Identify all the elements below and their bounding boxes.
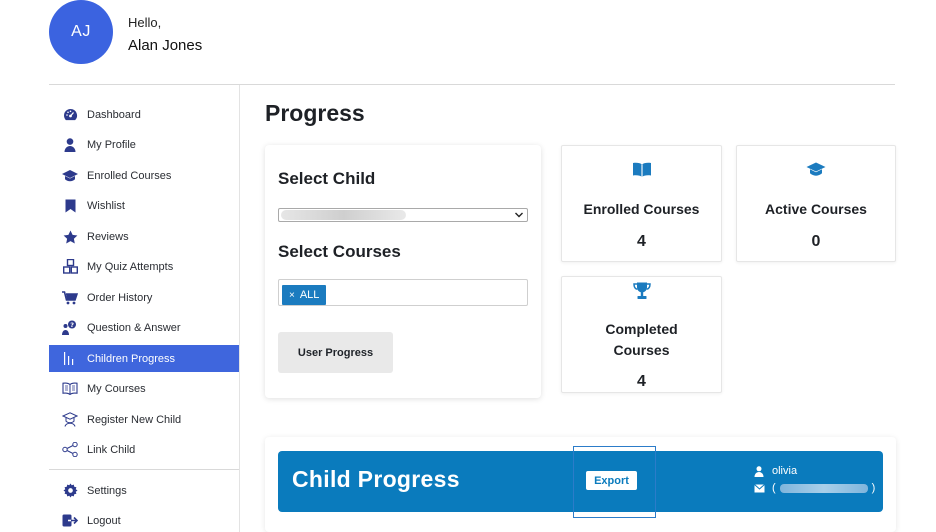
select-courses-input[interactable]: × ALL xyxy=(278,279,528,306)
sidebar-item-register-new-child[interactable]: Register New Child xyxy=(49,406,239,433)
svg-text:?: ? xyxy=(70,321,74,329)
sidebar-item-settings[interactable]: Settings xyxy=(49,477,239,504)
sidebar-item-order-history[interactable]: Order History xyxy=(49,284,239,311)
sidebar-item-label: My Profile xyxy=(87,138,136,151)
sidebar-item-logout[interactable]: Logout xyxy=(49,507,239,532)
completed-courses-count: 4 xyxy=(637,373,646,390)
sidebar: Dashboard My Profile Enrolled Courses Wi… xyxy=(49,85,240,532)
star-icon xyxy=(62,229,78,245)
child-username-text: olivia xyxy=(772,465,798,477)
course-tag-label: ALL xyxy=(299,289,320,301)
sidebar-item-label: Enrolled Courses xyxy=(87,169,172,182)
sidebar-item-label: My Courses xyxy=(87,382,146,395)
sidebar-item-label: Register New Child xyxy=(87,413,182,426)
cart-icon xyxy=(62,290,78,306)
select-filter-card: Select Child Select Courses × ALL User P… xyxy=(265,145,541,398)
sidebar-item-label: Children Progress xyxy=(87,352,176,365)
sidebar-item-label: My Quiz Attempts xyxy=(87,260,174,273)
active-courses-card: Active Courses 0 xyxy=(736,145,896,262)
sidebar-item-my-profile[interactable]: My Profile xyxy=(49,131,239,158)
child-progress-section: Child Progress Export olivia ( ) xyxy=(265,437,896,532)
enrolled-courses-label: Enrolled Courses xyxy=(583,201,700,217)
select-child-label: Select Child xyxy=(278,169,376,188)
sidebar-item-label: Logout xyxy=(87,514,121,527)
greeting: Hello, xyxy=(128,15,162,30)
sidebar-item-reviews[interactable]: Reviews xyxy=(49,223,239,250)
user-icon xyxy=(754,465,764,477)
redacted-email xyxy=(779,483,868,493)
bookmark-icon xyxy=(62,198,78,214)
dashboard-icon xyxy=(62,107,78,123)
sidebar-item-children-progress[interactable]: Children Progress xyxy=(49,345,239,372)
envelope-icon xyxy=(754,483,765,492)
child-progress-banner: Child Progress Export olivia ( ) xyxy=(278,446,883,518)
sidebar-item-enrolled-courses[interactable]: Enrolled Courses xyxy=(49,162,239,189)
sidebar-item-my-courses[interactable]: My Courses xyxy=(49,375,239,402)
child-email: ( ) xyxy=(754,482,875,494)
active-courses-count: 0 xyxy=(811,233,821,250)
completed-courses-label-line1: Completed xyxy=(605,321,678,337)
graduation-cap-icon xyxy=(806,162,826,176)
email-close-paren: ) xyxy=(871,482,876,494)
sidebar-item-wishlist[interactable]: Wishlist xyxy=(49,192,239,219)
sidebar-item-label: Order History xyxy=(87,291,153,304)
enrolled-courses-card: Enrolled Courses 4 xyxy=(561,145,722,262)
sidebar-item-link-child[interactable]: Link Child xyxy=(49,436,239,463)
book-open-icon xyxy=(632,162,651,177)
sidebar-item-label: Reviews xyxy=(87,230,129,243)
tag-remove-icon[interactable]: × xyxy=(289,290,295,301)
share-link-icon xyxy=(62,442,78,458)
bar-chart-icon xyxy=(62,351,78,367)
quiz-blocks-icon xyxy=(62,259,78,275)
book-open-icon xyxy=(62,381,78,397)
avatar-initials: AJ xyxy=(71,23,91,40)
child-username: olivia xyxy=(754,465,797,477)
course-tag-all: × ALL xyxy=(282,285,327,305)
avatar[interactable]: AJ xyxy=(49,0,113,64)
sidebar-item-label: Question & Answer xyxy=(87,321,181,334)
sidebar-item-label: Dashboard xyxy=(87,108,141,121)
user-progress-button[interactable]: User Progress xyxy=(278,332,393,373)
completed-courses-card: Completed Courses 4 xyxy=(561,276,722,393)
trophy-icon xyxy=(632,282,651,299)
redacted-child-name xyxy=(281,210,406,220)
email-open-paren: ( xyxy=(772,482,776,494)
register-child-icon xyxy=(62,412,78,428)
graduation-cap-icon xyxy=(62,168,78,184)
active-courses-label: Active Courses xyxy=(765,201,867,217)
sidebar-item-question-answer[interactable]: ? Question & Answer xyxy=(49,314,239,341)
export-button[interactable]: Export xyxy=(586,471,637,490)
user-icon xyxy=(62,137,78,153)
question-answer-icon: ? xyxy=(62,320,78,336)
sidebar-item-my-quiz-attempts[interactable]: My Quiz Attempts xyxy=(49,253,239,280)
user-name: Alan Jones xyxy=(128,37,203,54)
select-child-dropdown[interactable] xyxy=(278,208,528,222)
chevron-down-icon xyxy=(515,212,523,218)
sidebar-item-dashboard[interactable]: Dashboard xyxy=(49,101,239,128)
select-courses-label: Select Courses xyxy=(278,242,401,261)
gear-icon xyxy=(62,483,78,499)
sidebar-divider xyxy=(49,469,239,470)
enrolled-courses-count: 4 xyxy=(637,233,646,250)
completed-courses-label-line2: Courses xyxy=(613,342,670,358)
logout-icon xyxy=(62,513,78,529)
sidebar-item-label: Link Child xyxy=(87,443,136,456)
sidebar-item-label: Wishlist xyxy=(87,199,125,212)
page-title: Progress xyxy=(265,100,365,126)
child-progress-title: Child Progress xyxy=(292,466,460,492)
sidebar-item-label: Settings xyxy=(87,484,127,497)
